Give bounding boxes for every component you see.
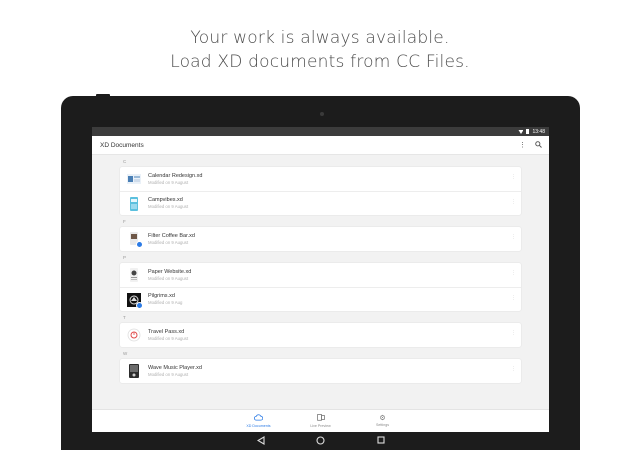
paper-thumb [127,268,141,282]
cloud-icon [253,414,264,424]
file-modified: Modified on 9 August [148,179,189,185]
file-modified: Modified on 9 August [148,204,189,209]
file-name: Calendar Redesign.xd [148,172,203,179]
home-button[interactable] [291,435,351,445]
row-menu-icon[interactable]: ⋮ [511,175,516,180]
pilgrims-thumb [127,292,143,309]
campvibes-thumb [127,196,141,211]
section-card-f: Filter Coffee Bar.xd Modified on 9 Augus… [120,227,521,251]
shared-badge-icon [136,301,143,309]
marketing-headline: Your work is always available. Load XD d… [0,26,640,74]
wave-thumb [127,364,141,378]
nav-label: XD Documents [246,424,271,428]
battery-icon [526,129,530,134]
nav-live-preview[interactable]: Live Preview [307,414,335,432]
recents-button[interactable] [351,436,411,444]
section-card-t: Travel Pass.xd Modified on 9 August ⋮ [120,323,521,347]
search-icon[interactable] [535,140,542,150]
shared-badge-icon [136,241,143,248]
file-modified: Modified on 9 August [148,239,189,245]
file-modified: Modified on 9 Aug [148,300,183,305]
headline-line-2: Load XD documents from CC Files. [170,52,470,72]
section-header-c: C [123,159,127,164]
status-bar: 13:48 [92,127,549,136]
section-header-t: T [123,315,126,320]
file-row-wave-music-player[interactable]: Wave Music Player.xd Modified on 9 Augus… [120,359,521,383]
app-bar: XD Documents ⋮ [92,136,549,155]
file-row-travel-pass[interactable]: Travel Pass.xd Modified on 9 August ⋮ [120,323,521,347]
status-time: 13:48 [532,128,545,135]
file-name: Filter Coffee Bar.xd [148,232,195,239]
file-row-paper-website[interactable]: Paper Website.xd Modified on 9 August ⋮ [120,263,521,287]
headline-line-1: Your work is always available. [190,28,450,48]
travel-thumb [127,328,141,342]
coffee-thumb [127,232,143,248]
device-screen: 13:48 XD Documents ⋮ C Calendar Redesign… [92,127,549,432]
back-triangle-icon [256,435,265,445]
file-modified: Modified on 9 August [148,275,189,281]
file-name: Campvibes.xd [148,197,183,203]
page-title: XD Documents [100,141,144,149]
bottom-navigation: XD Documents Live Preview ⚙ Settings [92,409,549,432]
nav-label: Settings [376,423,389,427]
file-name: Pilgrims.xd [148,293,175,299]
wifi-icon [518,130,524,134]
file-name: Travel Pass.xd [148,328,185,335]
file-name: Wave Music Player.xd [148,364,202,371]
back-button[interactable] [231,435,291,445]
nav-label: Live Preview [310,424,331,428]
file-row-filter-coffee-bar[interactable]: Filter Coffee Bar.xd Modified on 9 Augus… [120,227,521,251]
section-header-w: W [123,351,128,356]
nav-xd-documents[interactable]: XD Documents [245,414,273,432]
file-row-pilgrims[interactable]: Pilgrims.xd Modified on 9 Aug ⋮ [120,287,521,311]
system-navigation-bar [92,432,549,448]
section-header-p: P [123,255,127,260]
more-vert-icon[interactable]: ⋮ [519,142,526,149]
nav-settings[interactable]: ⚙ Settings [369,414,397,432]
section-card-w: Wave Music Player.xd Modified on 9 Augus… [120,359,521,383]
preview-icon [316,414,325,424]
section-header-f: F [123,219,126,224]
row-menu-icon[interactable]: ⋮ [511,200,516,205]
row-menu-icon[interactable]: ⋮ [511,367,516,372]
calendar-thumb [127,172,141,186]
file-name: Paper Website.xd [148,268,192,275]
section-card-p: Paper Website.xd Modified on 9 August ⋮ … [120,263,521,311]
section-card-c: Calendar Redesign.xd Modified on 9 Augus… [120,167,521,215]
file-row-campvibes[interactable]: Campvibes.xd Modified on 9 August ⋮ [120,191,521,215]
gear-icon: ⚙ [379,415,386,422]
home-circle-icon [316,435,325,445]
file-modified: Modified on 9 August [148,371,189,377]
file-row-calendar-redesign[interactable]: Calendar Redesign.xd Modified on 9 Augus… [120,167,521,191]
file-modified: Modified on 9 August [148,335,189,341]
document-list: C Calendar Redesign.xd Modified on 9 Aug… [92,155,549,409]
row-menu-icon[interactable]: ⋮ [511,331,516,336]
front-camera [320,112,324,116]
row-menu-icon[interactable]: ⋮ [511,271,516,276]
recents-square-icon [376,436,385,444]
row-menu-icon[interactable]: ⋮ [511,235,516,240]
row-menu-icon[interactable]: ⋮ [511,296,516,301]
